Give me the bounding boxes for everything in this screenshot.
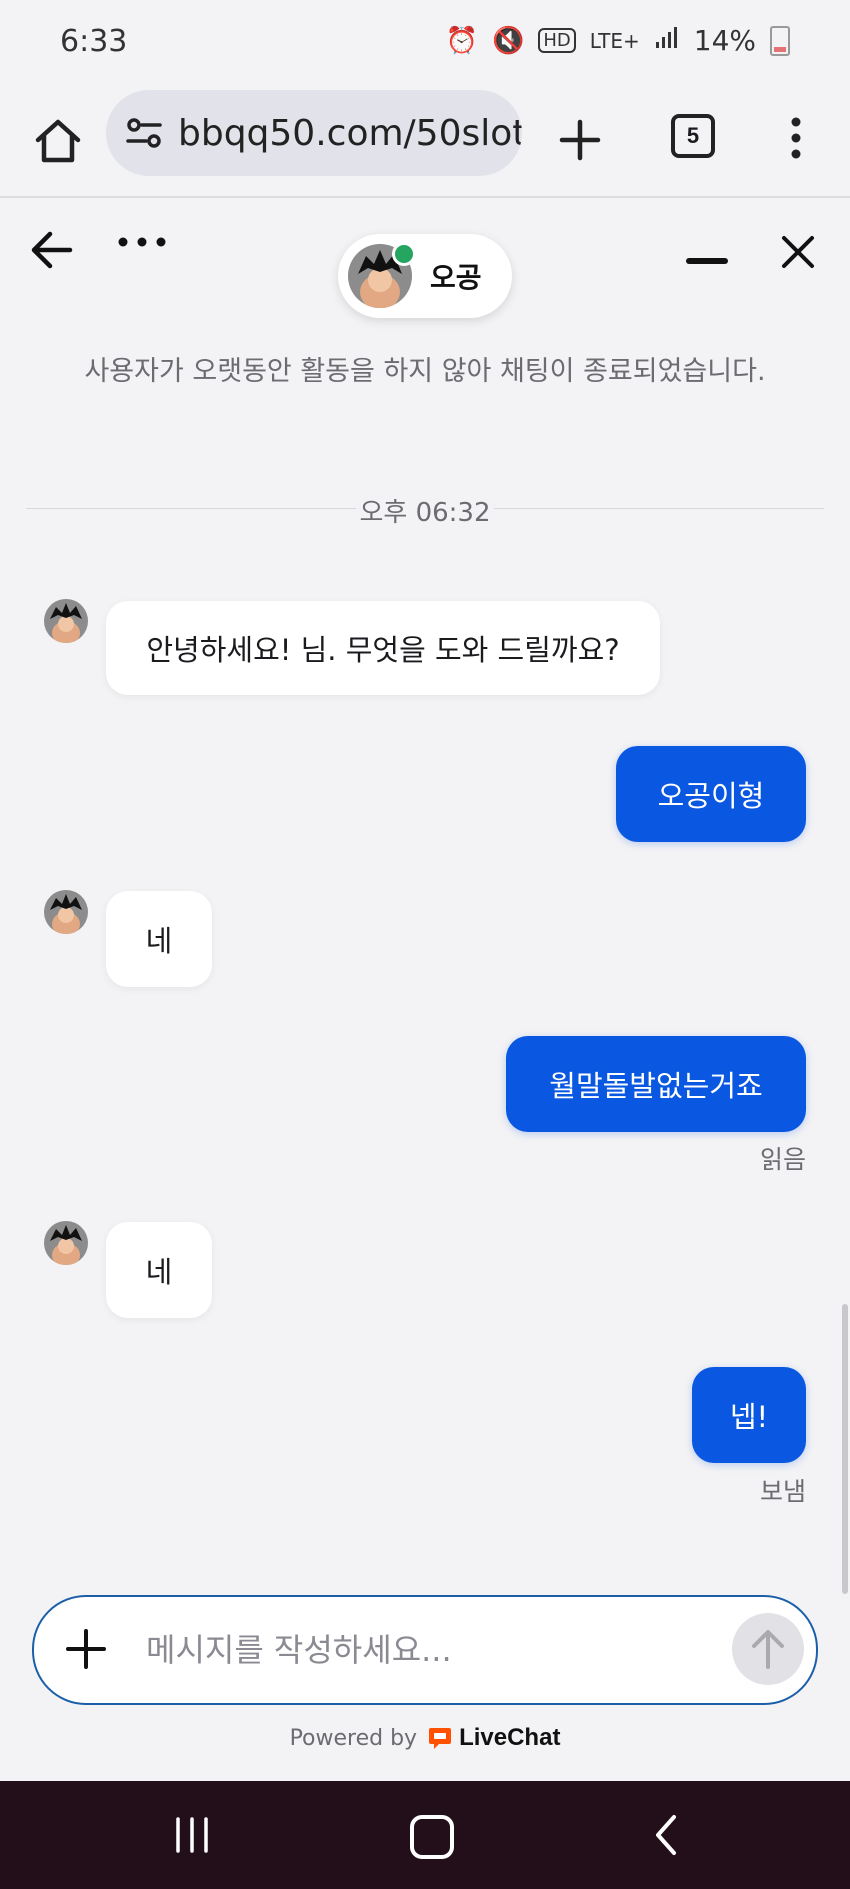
browser-toolbar: bbqq50.com/50slot_ 5	[0, 88, 850, 198]
powered-by: Powered by LiveChat	[0, 1724, 850, 1752]
status-time: 6:33	[60, 24, 128, 59]
alarm-icon: ⏰	[445, 25, 478, 56]
message-bubble-agent: 안녕하세요! 님. 무엇을 도와 드릴까요?	[106, 601, 660, 695]
send-button[interactable]	[732, 1613, 804, 1685]
message-bubble-user: 넵!	[692, 1367, 806, 1463]
agent-info-pill[interactable]: 오공	[338, 234, 512, 318]
close-icon[interactable]	[778, 232, 818, 272]
nav-back-icon[interactable]	[654, 1813, 678, 1857]
timestamp: 오후 06:32	[359, 498, 491, 528]
system-nav-bar	[0, 1781, 850, 1889]
message-bubble-agent: 네	[106, 891, 212, 987]
site-settings-icon[interactable]	[124, 113, 164, 153]
message-bubble-user: 오공이형	[616, 746, 806, 842]
hd-icon: HD	[538, 28, 576, 53]
message-composer	[32, 1595, 818, 1705]
status-icons: ⏰ 🔇 HD LTE+ 14%	[446, 24, 790, 57]
nav-home-icon[interactable]	[410, 1815, 454, 1859]
agent-avatar	[348, 242, 416, 308]
chat-header: 오공	[0, 198, 850, 328]
read-receipt: 읽음	[759, 1145, 806, 1174]
add-attachment-icon[interactable]	[64, 1627, 108, 1671]
status-bar: 6:33 ⏰ 🔇 HD LTE+ 14%	[0, 0, 850, 88]
sent-status: 보냄	[759, 1477, 806, 1506]
agent-avatar-small	[44, 890, 88, 934]
tab-switcher-button[interactable]: 5	[671, 114, 715, 158]
home-icon[interactable]	[30, 112, 86, 168]
online-status-dot	[392, 242, 416, 266]
minimize-icon[interactable]	[686, 258, 728, 264]
system-message: 사용자가 오랫동안 활동을 하지 않아 채팅이 종료되었습니다.	[84, 356, 766, 387]
message-input[interactable]	[144, 1619, 748, 1681]
time-divider: 오후 06:32	[26, 488, 824, 528]
agent-avatar-small	[44, 1221, 88, 1265]
signal-icon	[654, 24, 680, 57]
livechat-link[interactable]: LiveChat	[427, 1724, 560, 1752]
message-bubble-user: 월말돌발없는거죠	[506, 1036, 806, 1132]
agent-avatar-small	[44, 599, 88, 643]
new-tab-icon[interactable]	[556, 116, 604, 164]
chat-scrollbar[interactable]	[842, 1304, 848, 1594]
powered-by-label: Powered by	[289, 1725, 418, 1751]
battery-text: 14%	[693, 24, 756, 57]
mute-icon: 🔇	[491, 25, 525, 56]
arrow-up-icon	[752, 1630, 784, 1669]
message-bubble-agent: 네	[106, 1222, 212, 1318]
battery-icon	[770, 25, 790, 56]
recent-apps-icon[interactable]	[172, 1817, 212, 1853]
livechat-brand: LiveChat	[459, 1724, 561, 1751]
back-arrow-icon[interactable]	[28, 228, 76, 272]
livechat-logo-icon	[429, 1728, 452, 1749]
url-text: bbqq50.com/50slot_	[178, 112, 522, 154]
more-options-icon[interactable]	[115, 228, 169, 272]
more-menu-icon[interactable]	[784, 114, 808, 162]
network-type: LTE+	[589, 28, 640, 53]
agent-name: 오공	[430, 261, 482, 294]
address-bar[interactable]: bbqq50.com/50slot_	[106, 90, 522, 176]
